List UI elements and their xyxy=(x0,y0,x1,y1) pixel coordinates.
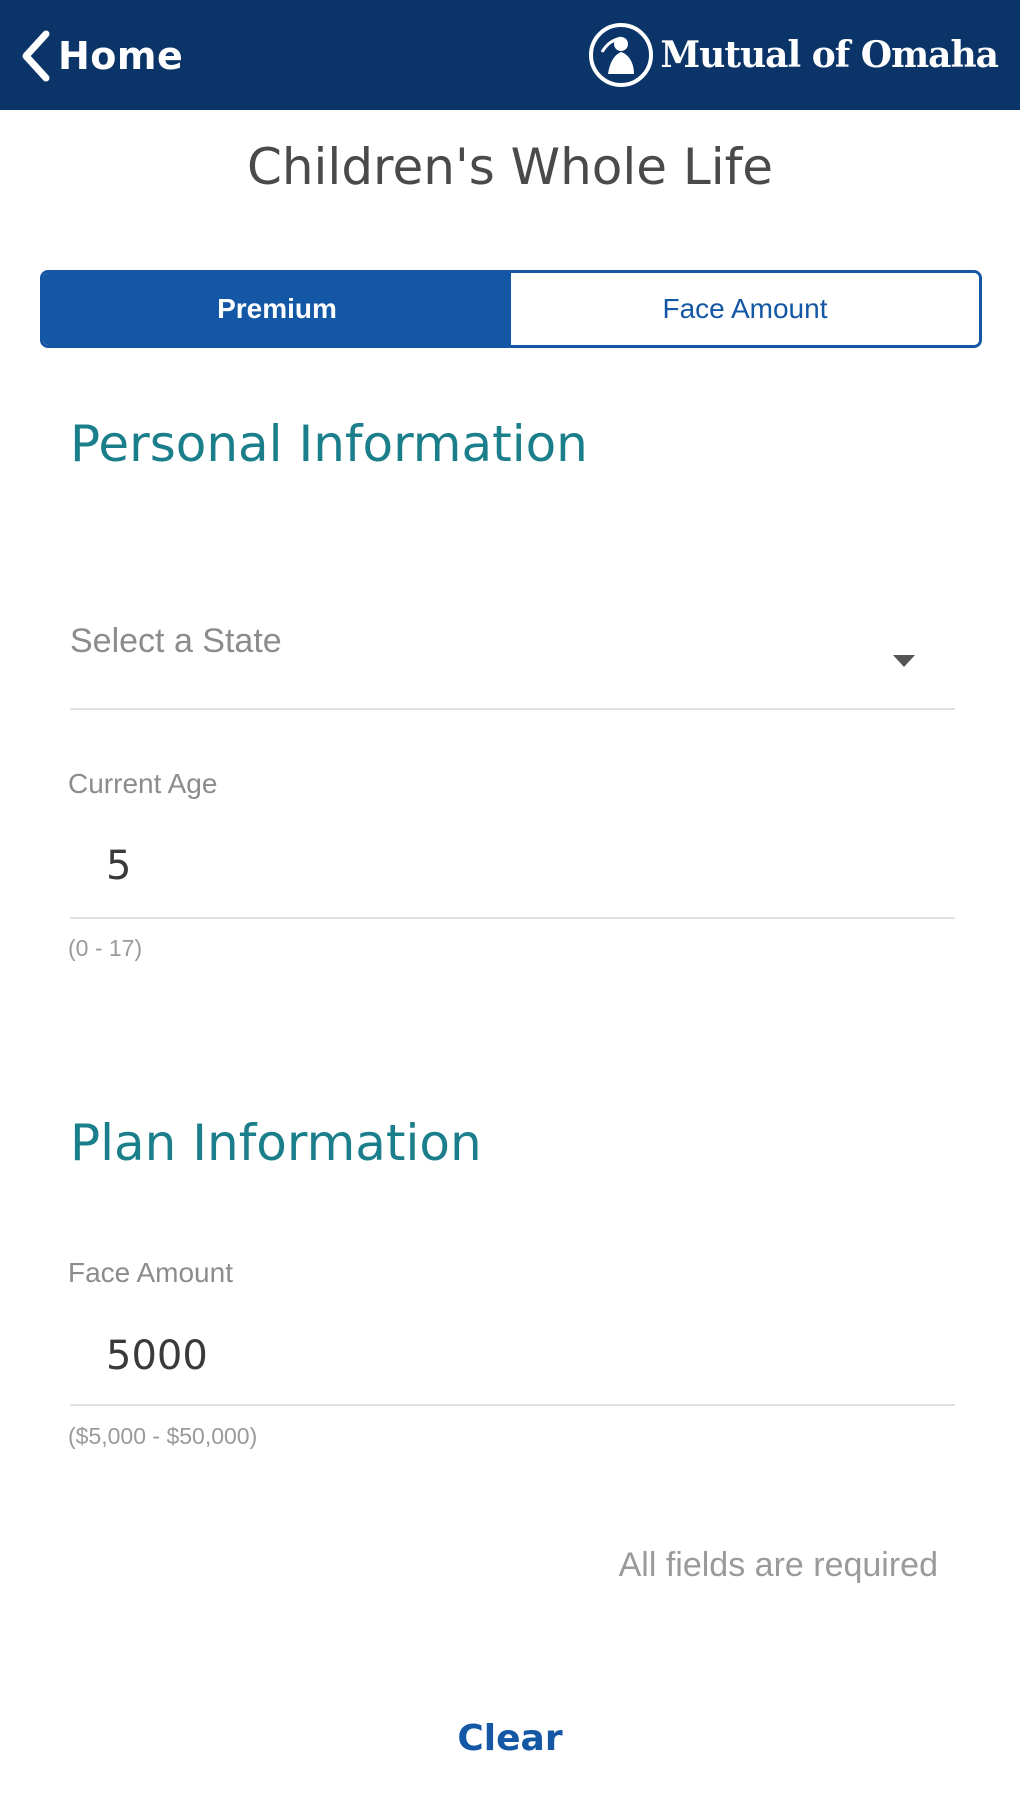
state-select-placeholder: Select a State xyxy=(70,622,282,660)
calculation-mode-toggle: Premium Face Amount xyxy=(40,270,982,348)
plan-information-heading: Plan Information xyxy=(70,1114,482,1172)
current-age-input[interactable] xyxy=(70,815,955,915)
brand-logo: Mutual of Omaha xyxy=(588,22,999,88)
face-amount-label: Face Amount xyxy=(68,1257,233,1288)
home-label: Home xyxy=(58,34,184,78)
face-amount-hint: ($5,000 - $50,000) xyxy=(68,1423,258,1449)
page-title: Children's Whole Life xyxy=(246,138,774,196)
clear-button[interactable]: Clear xyxy=(0,1718,1020,1759)
home-back-button[interactable]: Home xyxy=(18,28,183,84)
tab-face-amount[interactable]: Face Amount xyxy=(511,273,979,345)
face-amount-underline xyxy=(70,1404,955,1406)
personal-information-heading: Personal Information xyxy=(70,415,588,473)
current-age-label: Current Age xyxy=(68,768,218,799)
current-age-hint: (0 - 17) xyxy=(68,935,143,961)
brand-logo-icon xyxy=(589,23,654,87)
brand-name: Mutual of Omaha xyxy=(660,34,999,76)
required-fields-note: All fields are required xyxy=(618,1546,938,1584)
face-amount-value: 5000 xyxy=(106,1333,208,1379)
chevron-down-icon xyxy=(893,655,915,667)
current-age-value: 5 xyxy=(106,843,132,889)
current-age-underline xyxy=(70,917,955,919)
chevron-left-icon xyxy=(22,30,50,82)
top-app-bar: Home Mutual of Omaha xyxy=(0,0,1020,110)
state-select-underline xyxy=(70,708,955,710)
tab-premium[interactable]: Premium xyxy=(43,273,511,345)
